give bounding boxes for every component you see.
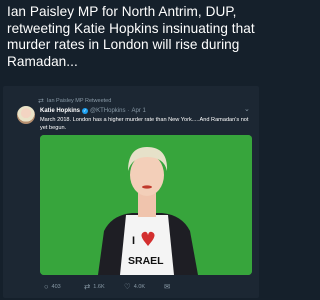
chevron-down-icon[interactable]: ⌄ [244,105,250,113]
like-button[interactable]: ♡ 4.0K [124,283,164,291]
heart-icon: ♡ [124,282,131,291]
meta-separator: · [127,107,130,114]
reply-icon: ○ [44,282,49,291]
author-handle[interactable]: @KTHopkins [90,108,125,114]
retweet-button[interactable]: ⇄ 1.6K [84,283,124,291]
like-count: 4.0K [133,284,146,290]
verified-badge-icon: ✓ [82,107,89,114]
tweet-header: Katie Hopkins ✓ @KTHopkins · Apr 1 [40,106,146,115]
author-name[interactable]: Katie Hopkins [40,108,80,114]
photo-illustration: I SRAEL [40,135,252,275]
shirt-letter: I [132,235,135,247]
tweet-date[interactable]: Apr 1 [131,108,145,114]
tweet-text: March 2018. London has a higher murder r… [40,117,249,132]
tweet-photo[interactable]: I SRAEL [40,135,252,275]
avatar[interactable] [17,106,35,124]
retweet-icon: ⇄ [38,97,44,105]
headline-caption: Ian Paisley MP for North Antrim, DUP, re… [7,4,255,69]
retweet-icon: ⇄ [84,282,91,291]
retweet-count: 1.6K [93,284,105,290]
tweet-actions: ○ 403 ⇄ 1.6K ♡ 4.0K ✉ [44,281,254,293]
reply-count: 403 [51,284,61,290]
retweet-label: Ian Paisley MP Retweeted [46,98,112,104]
retweet-context[interactable]: ⇄ Ian Paisley MP Retweeted [38,97,111,105]
shirt-word: SRAEL [128,255,164,267]
direct-message-icon: ✉ [164,282,171,291]
direct-message-button[interactable]: ✉ [164,283,170,291]
reply-button[interactable]: ○ 403 [44,283,84,291]
